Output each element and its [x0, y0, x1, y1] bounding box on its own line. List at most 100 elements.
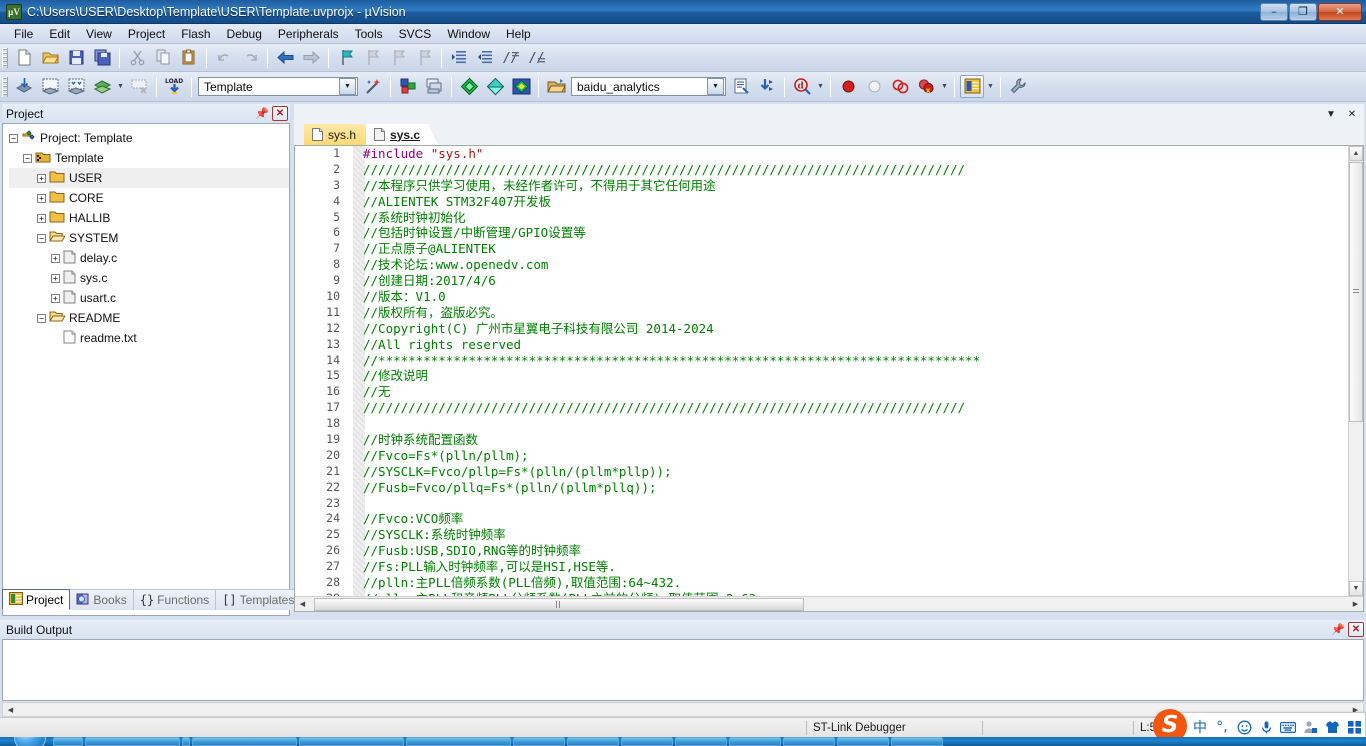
translate-icon[interactable]: [12, 75, 36, 98]
rebuild-icon[interactable]: [64, 75, 88, 98]
tab-books[interactable]: Books: [70, 589, 134, 610]
manage-project-items-icon[interactable]: [396, 75, 420, 98]
comment-icon[interactable]: //: [499, 46, 523, 69]
code-line[interactable]: 3 //本程序只供学习使用，未经作者许可，不得用于其它任何用途: [295, 178, 1348, 194]
navigate-forward-icon[interactable]: [299, 46, 323, 69]
code-line[interactable]: 11 //版权所有，盗版必究。: [295, 305, 1348, 321]
code-line[interactable]: 20 //Fvco=Fs*(plln/pllm);: [295, 448, 1348, 464]
batch-build-icon[interactable]: [90, 75, 114, 98]
taskbar-item-10[interactable]: [675, 737, 727, 746]
close-button[interactable]: ✕: [1318, 2, 1362, 21]
scroll-left-arrow[interactable]: ◀: [3, 702, 18, 717]
taskbar-item-7[interactable]: [513, 737, 565, 746]
taskbar-item-2[interactable]: [85, 737, 180, 746]
menu-window[interactable]: Window: [439, 25, 498, 43]
copy-icon[interactable]: [151, 46, 175, 69]
uncomment-icon[interactable]: //: [525, 46, 549, 69]
windows-start-orb[interactable]: [14, 737, 46, 746]
expander-icon[interactable]: −: [37, 313, 46, 323]
download-flash-icon[interactable]: [483, 75, 507, 98]
menu-tools[interactable]: Tools: [347, 25, 391, 43]
bookmark-toggle-icon[interactable]: [334, 46, 358, 69]
find-dropdown-icon[interactable]: ▼: [815, 75, 826, 98]
taskbar-item-11[interactable]: [729, 737, 781, 746]
chinese-mode-icon[interactable]: 中: [1190, 716, 1210, 738]
bookmark-clear-icon[interactable]: [412, 46, 436, 69]
tab-functions[interactable]: {} Functions: [133, 589, 217, 610]
browse-information-icon[interactable]: [729, 75, 753, 98]
disable-all-breakpoints-icon[interactable]: x: [914, 75, 938, 98]
editor-vertical-scrollbar[interactable]: ▲ ▼: [1348, 146, 1363, 596]
taskbar-item-1[interactable]: [53, 737, 83, 746]
tree-item-project[interactable]: − Project: Template: [9, 128, 289, 148]
new-file-icon[interactable]: [12, 46, 36, 69]
code-line[interactable]: 2 ///////////////////////////////////////…: [295, 162, 1348, 178]
bookmark-next-icon[interactable]: [386, 46, 410, 69]
erase-flash-icon[interactable]: [509, 75, 533, 98]
scroll-down-arrow[interactable]: ▼: [1349, 581, 1363, 596]
window-layout-dropdown-icon[interactable]: ▼: [985, 75, 996, 98]
bookmark-prev-icon[interactable]: [360, 46, 384, 69]
code-line[interactable]: 25 //SYSCLK:系统时钟频率: [295, 527, 1348, 543]
code-line[interactable]: 6 //包括时钟设置/中断管理/GPIO设置等: [295, 225, 1348, 241]
pin-icon[interactable]: 📌: [254, 106, 270, 121]
save-icon[interactable]: [64, 46, 88, 69]
scroll-right-arrow[interactable]: ▶: [1348, 597, 1363, 612]
code-line[interactable]: 15 //修改说明: [295, 368, 1348, 384]
batch-build-dropdown-icon[interactable]: ▼: [115, 75, 126, 98]
manage-layers-icon[interactable]: [422, 75, 446, 98]
skin-icon[interactable]: [1322, 716, 1342, 738]
expander-icon[interactable]: −: [9, 133, 18, 143]
code-line[interactable]: 12 //Copyright(C) 广州市星翼电子科技有限公司 2014-2024: [295, 321, 1348, 337]
editor-horizontal-scrollbar[interactable]: ◀ ▶: [295, 596, 1363, 611]
code-line[interactable]: 21 //SYSCLK=Fvco/pllp=Fs*(plln/(pllm*pllp…: [295, 464, 1348, 480]
indent-icon[interactable]: [447, 46, 471, 69]
disable-breakpoint-icon[interactable]: [862, 75, 886, 98]
magic-wand-icon[interactable]: [361, 75, 385, 98]
code-line[interactable]: 17 //////////////////////////////////////…: [295, 400, 1348, 416]
configure-target-options-icon[interactable]: [1006, 75, 1030, 98]
code-line[interactable]: 19 //时钟系统配置函数: [295, 432, 1348, 448]
code-line[interactable]: 16 //无: [295, 384, 1348, 400]
horizontal-scroll-track[interactable]: [310, 597, 1348, 612]
code-line[interactable]: 8 //技术论坛:www.openedv.com: [295, 257, 1348, 273]
close-document-icon[interactable]: ✕: [1343, 106, 1361, 122]
redo-icon[interactable]: [238, 46, 262, 69]
taskbar-item-6[interactable]: [406, 737, 511, 746]
soft-keyboard-icon[interactable]: [1278, 716, 1298, 738]
toolbar-grip[interactable]: [2, 47, 8, 68]
window-layout-icon[interactable]: [960, 75, 984, 98]
taskbar-item-5[interactable]: [299, 737, 404, 746]
code-editor[interactable]: 1 #include "sys.h" 2 //////////////////////…: [294, 145, 1364, 612]
taskbar-item-8[interactable]: [567, 737, 619, 746]
code-line[interactable]: 9 //创建日期:2017/4/6: [295, 273, 1348, 289]
outdent-icon[interactable]: [473, 46, 497, 69]
code-line[interactable]: 27 //Fs:PLL输入时钟频率,可以是HSI,HSE等.: [295, 559, 1348, 575]
taskbar-item-9[interactable]: [621, 737, 673, 746]
close-icon[interactable]: ✕: [1348, 622, 1364, 637]
menu-edit[interactable]: Edit: [41, 25, 78, 43]
function-select[interactable]: baidu_analytics ▼: [571, 77, 726, 96]
code-line[interactable]: 7 //正点原子@ALIENTEK: [295, 241, 1348, 257]
tree-item-usart-c[interactable]: + usart.c: [9, 288, 289, 308]
code-line[interactable]: 18: [295, 416, 1348, 432]
insert-breakpoint-icon[interactable]: [836, 75, 860, 98]
minimize-button[interactable]: –: [1260, 2, 1288, 21]
chevron-down-icon[interactable]: ▼: [339, 78, 356, 95]
navigate-back-icon[interactable]: [273, 46, 297, 69]
expander-icon[interactable]: +: [37, 213, 46, 223]
expander-icon[interactable]: +: [37, 193, 46, 203]
save-all-icon[interactable]: [90, 46, 114, 69]
tree-item-user[interactable]: + USER: [9, 168, 289, 188]
taskbar-item-13[interactable]: [837, 737, 889, 746]
window-list-dropdown-icon[interactable]: ▼: [1322, 106, 1340, 122]
code-line[interactable]: 4 //ALIENTEK STM32F407开发板: [295, 194, 1348, 210]
project-tree[interactable]: − Project: Template − Template + USER + …: [2, 123, 290, 616]
code-line[interactable]: 24 //Fvco:VCO频率: [295, 511, 1348, 527]
code-line[interactable]: 1 #include "sys.h": [295, 146, 1348, 162]
tab-project[interactable]: Project: [2, 589, 71, 610]
tree-item-readme-txt[interactable]: readme.txt: [9, 328, 289, 348]
menu-debug[interactable]: Debug: [219, 25, 270, 43]
expander-icon[interactable]: −: [23, 153, 32, 163]
tree-item-target[interactable]: − Template: [9, 148, 289, 168]
